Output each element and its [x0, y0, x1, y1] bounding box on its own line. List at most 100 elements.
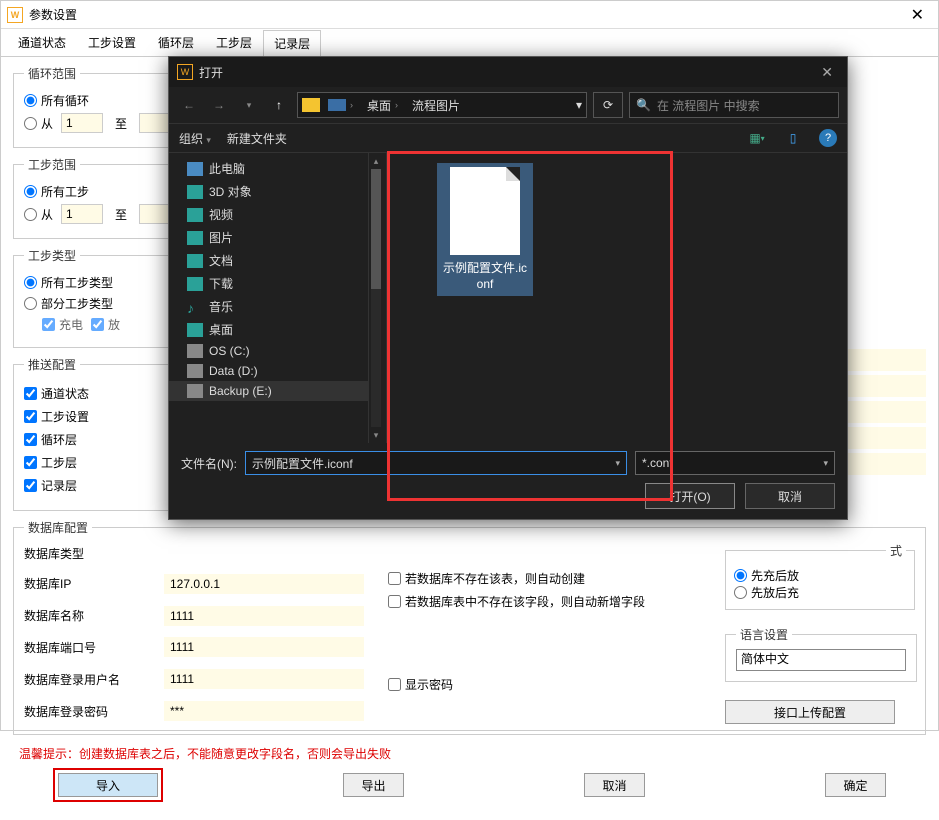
- drive-icon: [187, 384, 203, 398]
- refresh-button[interactable]: ⟳: [593, 92, 623, 118]
- video-icon: [187, 208, 203, 222]
- picture-icon: [187, 231, 203, 245]
- filename-combo[interactable]: 示例配置文件.iconf▾: [245, 451, 627, 475]
- loop-from-input[interactable]: [61, 113, 103, 133]
- loop-to-label: 至: [115, 115, 127, 132]
- tab-record-layer[interactable]: 记录层: [263, 30, 321, 57]
- music-icon: ♪: [187, 300, 203, 314]
- db-config-legend: 数据库配置: [24, 519, 92, 536]
- import-highlight-box: 导入: [53, 768, 163, 802]
- cancel-button[interactable]: 取消: [584, 773, 645, 797]
- tree-desktop[interactable]: 桌面: [169, 318, 368, 341]
- db-user-label: 数据库登录用户名: [24, 671, 164, 688]
- nav-up-button[interactable]: ↑: [267, 93, 291, 117]
- tree-drive-c[interactable]: OS (C:): [169, 341, 368, 361]
- file-thumb-icon: [450, 167, 520, 255]
- file-open-dialog: W 打开 ✕ ← → ▾ ↑ › 桌面› 流程图片 ▾ ⟳ 🔍 在 流程图片 中…: [168, 56, 848, 520]
- discharge-first-radio[interactable]: 先放后充: [734, 584, 906, 601]
- help-button[interactable]: ?: [819, 129, 837, 147]
- step-all-radio[interactable]: 所有工步: [24, 183, 89, 200]
- filetype-combo[interactable]: *.conf▾: [635, 451, 835, 475]
- db-port-value[interactable]: 1111: [164, 637, 364, 657]
- tree-drive-d[interactable]: Data (D:): [169, 361, 368, 381]
- show-password-checkbox[interactable]: 显示密码: [388, 676, 645, 693]
- dialog-title: 打开: [199, 64, 815, 81]
- path-seg-root[interactable]: ›: [322, 97, 359, 113]
- nav-back-button[interactable]: ←: [177, 93, 201, 117]
- main-close-button[interactable]: ✕: [903, 5, 932, 25]
- cube-icon: [187, 185, 203, 199]
- main-tabs: 通道状态 工步设置 循环层 工步层 记录层: [1, 29, 938, 57]
- step-type-part-radio[interactable]: 部分工步类型: [24, 295, 113, 312]
- dialog-open-button[interactable]: 打开(O): [645, 483, 735, 509]
- step-from-radio[interactable]: 从: [24, 206, 53, 223]
- import-button[interactable]: 导入: [58, 773, 158, 797]
- path-bar[interactable]: › 桌面› 流程图片 ▾: [297, 92, 587, 118]
- charge-first-radio[interactable]: 先充后放: [734, 567, 906, 584]
- step-type-legend: 工步类型: [24, 247, 80, 264]
- step-from-input[interactable]: [61, 204, 103, 224]
- db-user-value[interactable]: 1111: [164, 669, 364, 689]
- search-box[interactable]: 🔍 在 流程图片 中搜索: [629, 92, 839, 118]
- tree-pictures[interactable]: 图片: [169, 226, 368, 249]
- file-mode-group: 式 先充后放 先放后充: [725, 542, 915, 610]
- dialog-button-row: 打开(O) 取消: [169, 483, 847, 521]
- tree-documents[interactable]: 文档: [169, 249, 368, 272]
- tree-music[interactable]: ♪音乐: [169, 295, 368, 318]
- tree-downloads[interactable]: 下载: [169, 272, 368, 295]
- step-type-all-radio[interactable]: 所有工步类型: [24, 274, 113, 291]
- tab-step-settings[interactable]: 工步设置: [77, 29, 147, 56]
- nav-recent-button[interactable]: ▾: [237, 93, 261, 117]
- db-name-label: 数据库名称: [24, 607, 164, 624]
- filename-label: 文件名(N):: [181, 455, 237, 472]
- export-button[interactable]: 导出: [343, 773, 404, 797]
- discharge-checkbox[interactable]: 放: [91, 316, 120, 333]
- file-item-label: 示例配置文件.iconf: [441, 261, 529, 292]
- folder-icon: [302, 98, 320, 112]
- path-seg-current[interactable]: 流程图片: [406, 95, 466, 116]
- dialog-cancel-button[interactable]: 取消: [745, 483, 835, 509]
- dialog-title-bar: W 打开 ✕: [169, 57, 847, 87]
- db-ip-value[interactable]: 127.0.0.1: [164, 574, 364, 594]
- drive-icon: [187, 364, 203, 378]
- document-icon: [187, 254, 203, 268]
- preview-pane-button[interactable]: ▯: [783, 129, 803, 147]
- download-icon: [187, 277, 203, 291]
- push-config-legend: 推送配置: [24, 356, 80, 373]
- loop-from-radio[interactable]: 从: [24, 115, 53, 132]
- auto-create-table-checkbox[interactable]: 若数据库不存在该表，则自动创建: [388, 570, 645, 587]
- nav-forward-button[interactable]: →: [207, 93, 231, 117]
- dialog-body: 此电脑 3D 对象 视频 图片 文档 下载 ♪音乐 桌面 OS (C:) Dat…: [169, 153, 847, 443]
- file-item-config[interactable]: 示例配置文件.iconf: [437, 163, 533, 296]
- folder-tree: 此电脑 3D 对象 视频 图片 文档 下载 ♪音乐 桌面 OS (C:) Dat…: [169, 153, 369, 443]
- new-folder-button[interactable]: 新建文件夹: [227, 130, 287, 147]
- tab-step-layer[interactable]: 工步层: [205, 29, 263, 56]
- db-name-value[interactable]: 1111: [164, 606, 364, 626]
- db-pwd-label: 数据库登录密码: [24, 703, 164, 720]
- desktop-icon: [187, 323, 203, 337]
- file-list-pane[interactable]: 示例配置文件.iconf: [387, 153, 847, 443]
- filename-row: 文件名(N): 示例配置文件.iconf▾ *.conf▾: [169, 443, 847, 483]
- path-seg-desktop[interactable]: 桌面›: [361, 95, 404, 116]
- db-pwd-value[interactable]: ***: [164, 701, 364, 721]
- tree-drive-e[interactable]: Backup (E:): [169, 381, 368, 401]
- warning-text: 温馨提示：创建数据库表之后，不能随意更改字段名，否则会导出失败: [19, 745, 926, 762]
- path-dropdown-icon[interactable]: ▾: [576, 98, 582, 112]
- dialog-nav-bar: ← → ▾ ↑ › 桌面› 流程图片 ▾ ⟳ 🔍 在 流程图片 中搜索: [169, 87, 847, 123]
- charge-checkbox[interactable]: 充电: [42, 316, 83, 333]
- language-select[interactable]: 简体中文: [736, 649, 906, 671]
- drive-icon: [187, 344, 203, 358]
- auto-add-field-checkbox[interactable]: 若数据库表中不存在该字段，则自动新增字段: [388, 593, 645, 610]
- tree-videos[interactable]: 视频: [169, 203, 368, 226]
- tree-3d-objects[interactable]: 3D 对象: [169, 180, 368, 203]
- tab-channel-state[interactable]: 通道状态: [7, 29, 77, 56]
- tab-cycle-layer[interactable]: 循环层: [147, 29, 205, 56]
- tree-this-pc[interactable]: 此电脑: [169, 157, 368, 180]
- dialog-close-button[interactable]: ✕: [815, 64, 839, 81]
- ok-button[interactable]: 确定: [825, 773, 886, 797]
- loop-all-radio[interactable]: 所有循环: [24, 92, 89, 109]
- tree-scrollbar[interactable]: ▴▾: [369, 153, 387, 443]
- organize-menu[interactable]: 组织 ▾: [179, 130, 211, 147]
- upload-config-button[interactable]: 接口上传配置: [725, 700, 895, 724]
- view-mode-button[interactable]: ▦ ▾: [747, 129, 767, 147]
